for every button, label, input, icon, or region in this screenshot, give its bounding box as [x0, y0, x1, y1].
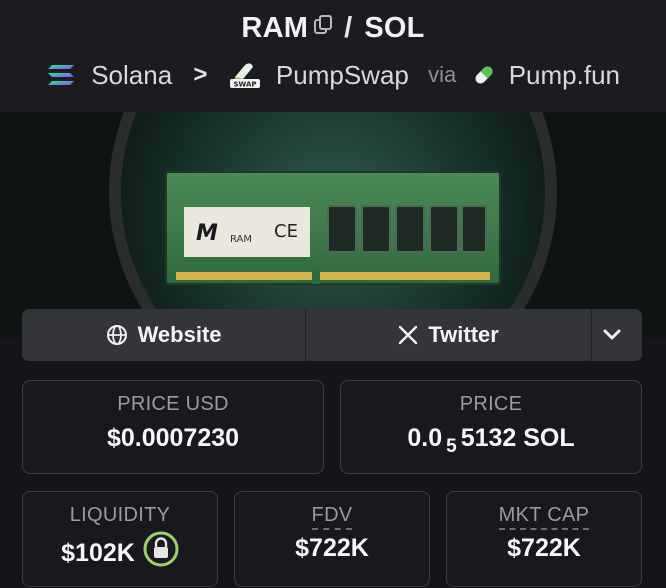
launchpad-link[interactable]: Pump.fun [509, 60, 620, 90]
price-native-card: PRICE 0.0 5 5132 SOL [340, 380, 642, 474]
chain-link[interactable]: Solana [91, 60, 172, 90]
liquidity-label: LIQUIDITY [69, 504, 171, 526]
chevron-down-icon [603, 329, 621, 340]
copy-icon[interactable] [314, 10, 333, 43]
twitter-label: Twitter [428, 322, 499, 347]
svg-text:SWAP: SWAP [233, 81, 256, 89]
more-links-button[interactable] [592, 309, 642, 361]
price-zero-count: 5 [446, 436, 457, 457]
price-suffix: 5132 SOL [460, 424, 575, 452]
fdv-value: $722K [295, 534, 369, 562]
website-button[interactable]: Website [22, 309, 307, 361]
price-usd-card: PRICE USD $0.0007230 [22, 380, 324, 474]
svg-text:M: M [196, 221, 218, 246]
mkt-cap-value: $722K [507, 534, 581, 562]
liquidity-value: $102K [61, 539, 135, 568]
social-links-bar: Website Twitter [22, 309, 642, 361]
base-symbol: RAM [241, 12, 309, 44]
price-usd-value: $0.0007230 [106, 424, 240, 452]
pill-icon [475, 66, 494, 84]
ram-module: M RAM CE [165, 171, 501, 285]
fdv-card: FDV $722K [234, 491, 430, 587]
liquidity-card: LIQUIDITY $102K [22, 491, 218, 587]
quote-symbol: SOL [364, 12, 425, 44]
pair-separator: / [344, 12, 353, 44]
pair-title: RAM / SOL [0, 12, 666, 45]
x-icon [399, 325, 418, 345]
mkt-cap-label[interactable]: MKT CAP [498, 504, 590, 530]
token-banner-image: M RAM CE [0, 112, 666, 338]
solana-icon [47, 65, 74, 86]
dex-link[interactable]: PumpSwap [276, 60, 409, 90]
website-label: Website [137, 322, 222, 347]
ce-mark: CE [274, 221, 298, 242]
pair-meta: Solana > SWAP PumpSwap via Pump.fun [0, 58, 666, 91]
chevron-right-icon: > [193, 61, 208, 89]
pair-header: RAM / SOL Solana > SWAP PumpSwap via Pump.… [0, 0, 666, 112]
globe-icon [106, 325, 127, 345]
lock-icon[interactable] [143, 531, 179, 574]
chip-label: RAM [230, 234, 252, 245]
fdv-label[interactable]: FDV [311, 504, 353, 530]
price-prefix: 0.0 [407, 424, 443, 452]
pumpswap-icon: SWAP [229, 63, 260, 89]
price-usd-label: PRICE USD [117, 393, 229, 415]
via-label: via [428, 62, 457, 88]
price-native-value: 0.0 5 5132 SOL [341, 424, 641, 457]
twitter-button[interactable]: Twitter [306, 309, 593, 361]
mkt-cap-card: MKT CAP $722K [446, 491, 642, 587]
price-label: PRICE [459, 393, 523, 415]
